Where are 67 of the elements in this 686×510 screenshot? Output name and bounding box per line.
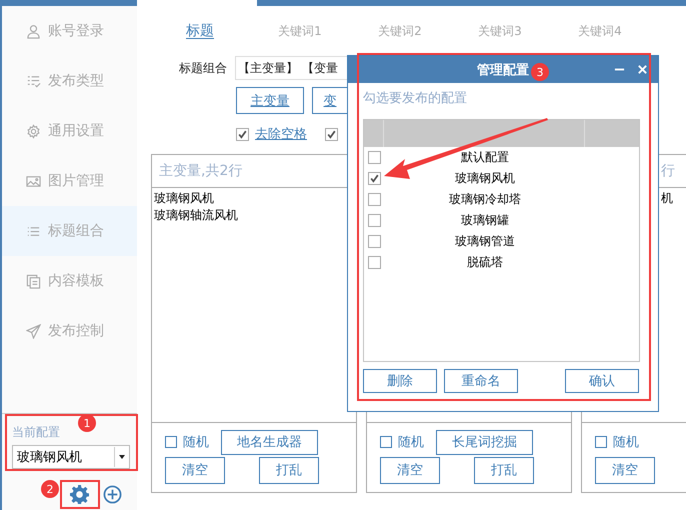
tab[interactable]: 关键词1 xyxy=(250,6,350,56)
config-select[interactable]: 玻璃钢风机 xyxy=(12,445,130,469)
checkbox[interactable] xyxy=(236,128,249,140)
tool-button[interactable]: 地名生成器 xyxy=(221,430,318,454)
placeholder-text: 主变量,共2行 xyxy=(159,162,242,180)
tab[interactable]: 关键词3 xyxy=(450,6,550,56)
panel-button[interactable]: 打乱 xyxy=(474,456,534,484)
random-checkbox[interactable]: 随机 xyxy=(165,433,209,451)
variable-button[interactable]: 变 xyxy=(312,87,348,114)
option-checkbox[interactable]: 去除空格 xyxy=(236,125,307,143)
checkbox[interactable] xyxy=(165,436,177,448)
close-icon[interactable] xyxy=(637,64,648,75)
settings-icon[interactable] xyxy=(70,485,89,504)
sidebar-item[interactable]: 内容模板 xyxy=(2,256,137,306)
config-name: 玻璃钢冷却塔 xyxy=(448,191,522,208)
panel-button[interactable]: 打乱 xyxy=(259,456,319,484)
config-name: 玻璃钢罐 xyxy=(460,212,510,229)
checkbox[interactable] xyxy=(380,436,392,448)
dialog-button[interactable]: 确认 xyxy=(565,369,639,393)
caret-icon xyxy=(119,455,125,459)
sidebar-item[interactable]: 账号登录 xyxy=(2,6,137,56)
add-icon[interactable] xyxy=(103,485,122,504)
dialog-hint: 勾选要发布的配置 xyxy=(363,90,468,108)
title-combo-label: 标题组合 xyxy=(179,60,227,76)
checkbox[interactable] xyxy=(368,214,381,227)
tab[interactable]: 标题 xyxy=(150,6,250,56)
checklist-icon xyxy=(26,74,41,88)
config-name: 玻璃钢风机 xyxy=(454,170,516,187)
paper-plane-icon xyxy=(26,324,41,338)
tab[interactable]: 关键词4 xyxy=(550,6,650,56)
image-icon xyxy=(26,174,41,188)
text-line: 机 xyxy=(661,190,674,207)
variable-button[interactable]: 主变量 xyxy=(236,87,304,114)
gear-icon xyxy=(26,124,41,138)
random-checkbox[interactable]: 随机 xyxy=(595,433,639,451)
placeholder-text: 行 xyxy=(661,162,675,180)
tool-button[interactable]: 长尾词挖掘 xyxy=(436,430,533,454)
checkbox[interactable] xyxy=(368,256,381,269)
panel-button[interactable]: 清空 xyxy=(380,456,440,484)
checkbox[interactable] xyxy=(368,172,381,185)
text-line: 玻璃钢风机 xyxy=(154,190,215,207)
panel-button[interactable]: 清空 xyxy=(165,456,225,484)
text-area[interactable]: 主变量,共2行 玻璃钢风机 玻璃钢轴流风机 xyxy=(151,154,357,423)
dialog-title: 管理配置 xyxy=(477,62,529,78)
current-config-label: 当前配置 xyxy=(12,424,60,441)
pages-icon xyxy=(26,274,41,288)
option-checkbox[interactable] xyxy=(325,125,338,143)
config-name: 默认配置 xyxy=(460,149,510,166)
checkbox[interactable] xyxy=(368,151,381,164)
text-line: 玻璃钢轴流风机 xyxy=(154,207,239,224)
config-name: 脱硫塔 xyxy=(466,254,504,271)
annotation-frame xyxy=(60,480,100,509)
checkbox[interactable] xyxy=(595,436,607,448)
tab[interactable]: 关键词2 xyxy=(350,6,450,56)
dialog-button[interactable]: 重命名 xyxy=(444,369,518,393)
config-name: 玻璃钢管道 xyxy=(454,233,516,250)
panel-button[interactable]: 清空 xyxy=(595,456,655,484)
dialog-button[interactable]: 删除 xyxy=(363,369,437,393)
checkbox[interactable] xyxy=(325,128,338,140)
checkbox[interactable] xyxy=(368,235,381,248)
person-icon xyxy=(26,24,41,38)
random-checkbox[interactable]: 随机 xyxy=(380,433,424,451)
sidebar-item[interactable]: 图片管理 xyxy=(2,156,137,206)
sidebar-item[interactable]: 发布类型 xyxy=(2,56,137,106)
sidebar-item[interactable]: 发布控制 xyxy=(2,306,137,356)
checkbox[interactable] xyxy=(368,193,381,206)
sidebar-item[interactable]: 通用设置 xyxy=(2,106,137,156)
